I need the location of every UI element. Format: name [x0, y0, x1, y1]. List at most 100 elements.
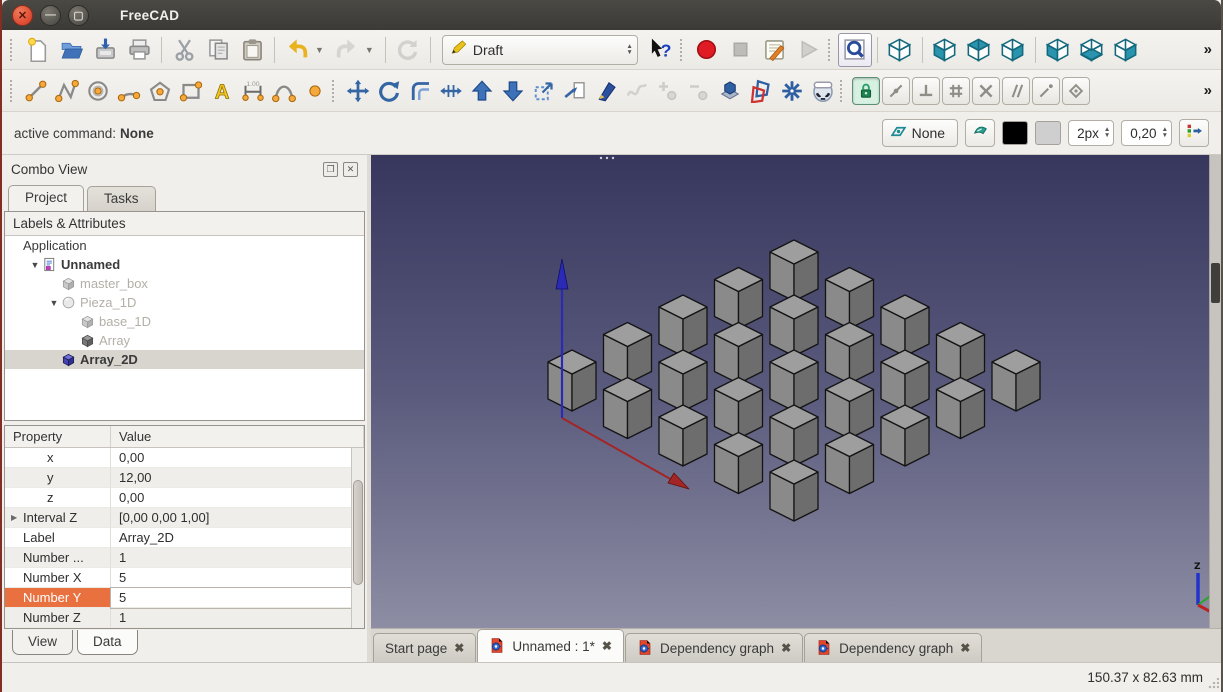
array-box-1-2[interactable] — [824, 321, 875, 385]
array-box-2-1[interactable] — [713, 321, 764, 385]
view-bottom-button[interactable] — [1075, 33, 1109, 67]
tree-expander-icon[interactable]: ▼ — [28, 260, 42, 270]
array-box-3-3[interactable] — [769, 404, 819, 467]
viewport-scrollbar[interactable] — [1209, 155, 1221, 628]
view-left-button[interactable] — [1109, 33, 1143, 67]
array-box-0-3[interactable] — [935, 321, 986, 385]
array-box-2-4[interactable] — [880, 404, 930, 467]
draft-line-button[interactable] — [20, 74, 51, 108]
draft-polygon-button[interactable] — [144, 74, 175, 108]
window-minimize-button[interactable]: — — [40, 4, 61, 26]
tree-item-array-2d[interactable]: Array_2D — [5, 350, 364, 369]
face-color-swatch[interactable] — [1035, 121, 1062, 145]
mdi-tab-close-icon[interactable]: ✖ — [960, 641, 970, 655]
draft-clone-button[interactable] — [807, 74, 838, 108]
draft-point-button[interactable] — [299, 74, 330, 108]
snap-perpendicular-button[interactable] — [912, 76, 940, 105]
snap-intersection-button[interactable] — [972, 76, 1000, 105]
property-scrollbar-thumb[interactable] — [353, 480, 363, 585]
redo-dropdown[interactable]: ▼ — [364, 45, 380, 55]
draft-upgrade-button[interactable] — [466, 74, 497, 108]
tab-view[interactable]: View — [12, 630, 74, 655]
tree-item-pieza-1d[interactable]: ▼ Pieza_1D — [5, 293, 364, 312]
whats-this-button[interactable]: ? — [644, 33, 678, 67]
property-name[interactable]: Number Z — [5, 608, 111, 628]
draft-shape-2d-view-button[interactable] — [745, 74, 776, 108]
workbench-selector[interactable]: Draft ▲ ▼ — [441, 34, 638, 65]
dock-float-button[interactable]: ❐ — [323, 161, 338, 177]
array-box-4-2[interactable] — [658, 404, 708, 467]
draft-drawing-button[interactable] — [590, 74, 621, 108]
3d-viewport[interactable]: ZYX — [371, 155, 1209, 628]
array-box-2-0[interactable] — [658, 294, 708, 357]
array-box-0-4[interactable] — [991, 349, 1041, 412]
array-box-1-1[interactable] — [769, 294, 819, 357]
mdi-tab-dependency-graph-3[interactable]: Dependency graph ✖ — [804, 633, 983, 662]
property-column-header[interactable]: Property — [5, 426, 111, 447]
mdi-tab-close-icon[interactable]: ✖ — [602, 639, 612, 653]
property-row-number[interactable]: Number ... 1 — [5, 548, 364, 568]
property-row-label[interactable]: Label Array_2D — [5, 528, 364, 548]
draft-text-button[interactable]: A — [206, 74, 237, 108]
array-box-1-0[interactable] — [713, 266, 764, 330]
property-value[interactable]: [0,00 0,00 1,00] — [111, 508, 364, 528]
line-color-swatch[interactable] — [1002, 121, 1029, 145]
window-close-button[interactable]: ✕ — [12, 4, 33, 26]
draft-trimex-button[interactable] — [435, 74, 466, 108]
paste-button[interactable] — [235, 33, 269, 67]
draft-downgrade-button[interactable] — [497, 74, 528, 108]
property-name[interactable]: ▶ Interval Z — [5, 508, 111, 528]
draft-offset-button[interactable] — [404, 74, 435, 108]
mdi-tab-dependency-graph-2[interactable]: Dependency graph ✖ — [624, 633, 804, 662]
array-box-2-3[interactable] — [824, 376, 875, 440]
property-row-number-z[interactable]: Number Z 1 — [5, 608, 364, 628]
draft-add-point-button[interactable] — [652, 74, 683, 108]
draft-to-sketch-button[interactable] — [714, 74, 745, 108]
cut-button[interactable] — [167, 33, 201, 67]
view-rear-button[interactable] — [1041, 33, 1075, 67]
property-value[interactable]: 5▲▼ — [110, 587, 364, 609]
save-document-button[interactable] — [88, 33, 122, 67]
array-box-4-0[interactable] — [547, 349, 597, 412]
array-box-3-2[interactable] — [713, 376, 764, 440]
property-name[interactable]: Number Y — [5, 588, 111, 608]
macro-play-button[interactable] — [792, 33, 826, 67]
view-fit-all-button[interactable] — [837, 32, 872, 67]
array-box-3-4[interactable] — [824, 431, 875, 495]
array-box-1-4[interactable] — [935, 376, 986, 440]
tree-expander-icon[interactable]: ▼ — [47, 298, 61, 308]
draft-wire-button[interactable] — [51, 74, 82, 108]
draft-delete-point-button[interactable] — [683, 74, 714, 108]
property-scrollbar[interactable] — [351, 448, 364, 628]
workbench-selector-arrows[interactable]: ▲ ▼ — [626, 43, 632, 56]
snap-lock-button[interactable] — [852, 76, 880, 105]
toolbar-grip[interactable] — [10, 38, 14, 61]
window-maximize-button[interactable]: ▢ — [68, 4, 89, 26]
dock-close-button[interactable]: ✕ — [343, 161, 358, 177]
array-box-2-2[interactable] — [769, 349, 819, 412]
property-name[interactable]: Label — [5, 528, 111, 548]
standard-toolbar-overflow-button[interactable]: » — [1201, 41, 1215, 58]
snap-parallel-button[interactable] — [1002, 76, 1030, 105]
apply-style-button[interactable] — [1179, 119, 1209, 147]
view-right-button[interactable] — [996, 33, 1030, 67]
draft-wire-to-bspline-button[interactable] — [621, 74, 652, 108]
new-document-button[interactable] — [20, 33, 54, 67]
toolbar-grip[interactable] — [332, 79, 336, 102]
snap-midpoint-button[interactable] — [882, 76, 910, 105]
property-name[interactable]: y — [5, 468, 111, 488]
copy-button[interactable] — [201, 33, 235, 67]
line-width-spinbox[interactable]: 2px ▲ ▼ — [1068, 120, 1115, 146]
property-name[interactable]: Number X — [5, 568, 111, 588]
draft-arc-button[interactable] — [113, 74, 144, 108]
titlebar[interactable]: ✕ — ▢ FreeCAD — [2, 0, 1221, 30]
tree-item-base-1d[interactable]: base_1D — [5, 312, 364, 331]
resize-grip[interactable] — [1207, 678, 1219, 690]
array-box-4-3[interactable] — [713, 431, 764, 495]
view-axonometric-button[interactable] — [883, 33, 917, 67]
macro-stop-button[interactable] — [724, 33, 758, 67]
draft-rectangle-button[interactable] — [175, 74, 206, 108]
line-width-arrows[interactable]: ▲ ▼ — [1104, 126, 1110, 139]
toolbar-grip[interactable] — [827, 38, 832, 61]
macro-record-button[interactable] — [690, 33, 724, 67]
